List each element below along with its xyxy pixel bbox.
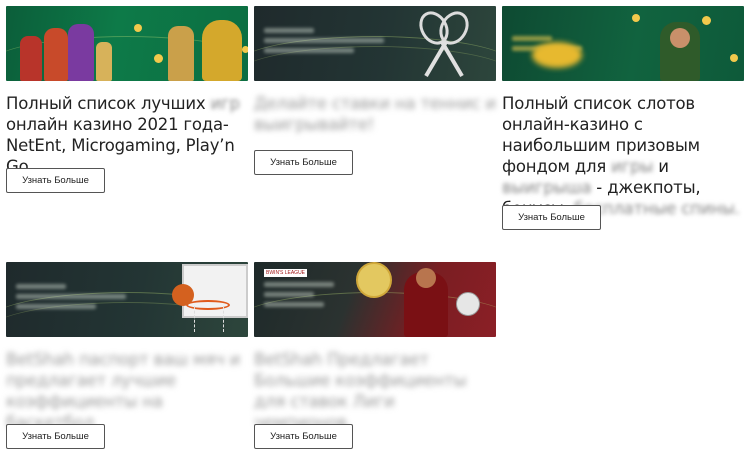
champions-league-card: BWIN'S LEAGUE BetShah Предлагает Большие… [254, 262, 496, 449]
character-figure-icon [68, 24, 94, 81]
character-figure-icon [20, 36, 42, 81]
gold-pile-icon [532, 42, 582, 68]
coin-icon [154, 54, 163, 63]
learn-more-button[interactable]: Узнать Больше [254, 424, 353, 449]
basketball-betting-card: BetShah паспорт ваш мяч и предлагает луч… [6, 262, 248, 449]
learn-more-button[interactable]: Узнать Больше [254, 150, 353, 175]
desc-text-a: Полный список слотов онлайн-казино с наи… [502, 94, 700, 176]
slots-banner[interactable] [502, 6, 744, 81]
coin-icon [134, 24, 142, 32]
card-description: Полный список лучших игр онлайн казино 2… [6, 93, 248, 177]
banner-blurred-text [264, 282, 334, 312]
learn-more-button[interactable]: Узнать Больше [6, 424, 105, 449]
coin-icon [730, 54, 738, 62]
banner-blurred-text [16, 284, 126, 314]
jackpot-slots-card: Полный список слотов онлайн-казино с наи… [502, 6, 744, 230]
character-face-icon [670, 28, 690, 48]
desc-text-blurred: выигрыша [502, 178, 592, 197]
character-figure-icon [44, 28, 68, 81]
character-figure-icon [202, 20, 242, 81]
learn-more-button[interactable]: Узнать Больше [502, 205, 601, 230]
desc-text-a: Полный список лучших [6, 94, 211, 113]
tennis-betting-card: Делайте ставки на теннис и выигрывайте! … [254, 6, 496, 175]
card-description: Полный список слотов онлайн-казино с наи… [502, 93, 744, 219]
desc-text-blurred: игры [611, 157, 654, 176]
league-badge: BWIN'S LEAGUE [264, 269, 308, 277]
desc-text-b: онлайн казино 2021 года-NetEnt, Microgam… [6, 115, 235, 176]
tennis-rackets-icon [419, 11, 469, 78]
character-face-icon [416, 268, 436, 288]
banner-blurred-text [264, 28, 384, 58]
basketball-icon [172, 284, 194, 306]
casino-games-card: Полный список лучших игр онлайн казино 2… [6, 6, 248, 193]
basketball-banner[interactable] [6, 262, 248, 337]
champions-banner[interactable]: BWIN'S LEAGUE [254, 262, 496, 337]
soccer-ball-icon [456, 292, 480, 316]
tennis-banner[interactable] [254, 6, 496, 81]
card-description: BetShah паспорт ваш мяч и предлагает луч… [6, 350, 241, 432]
card-description: BetShah Предлагает Большие коэффициенты … [254, 350, 467, 432]
soccer-ball-icon [356, 262, 392, 298]
character-figure-icon [96, 42, 112, 81]
casino-banner[interactable] [6, 6, 248, 81]
desc-text-blurred: игр [210, 94, 240, 113]
coin-icon [702, 16, 711, 25]
coin-icon [242, 46, 248, 53]
net-icon [194, 306, 224, 332]
learn-more-button[interactable]: Узнать Больше [6, 168, 105, 193]
coin-icon [632, 14, 640, 22]
character-figure-icon [168, 26, 194, 81]
desc-text-b: и [653, 157, 669, 176]
card-description: Делайте ставки на теннис и выигрывайте! [254, 94, 496, 134]
